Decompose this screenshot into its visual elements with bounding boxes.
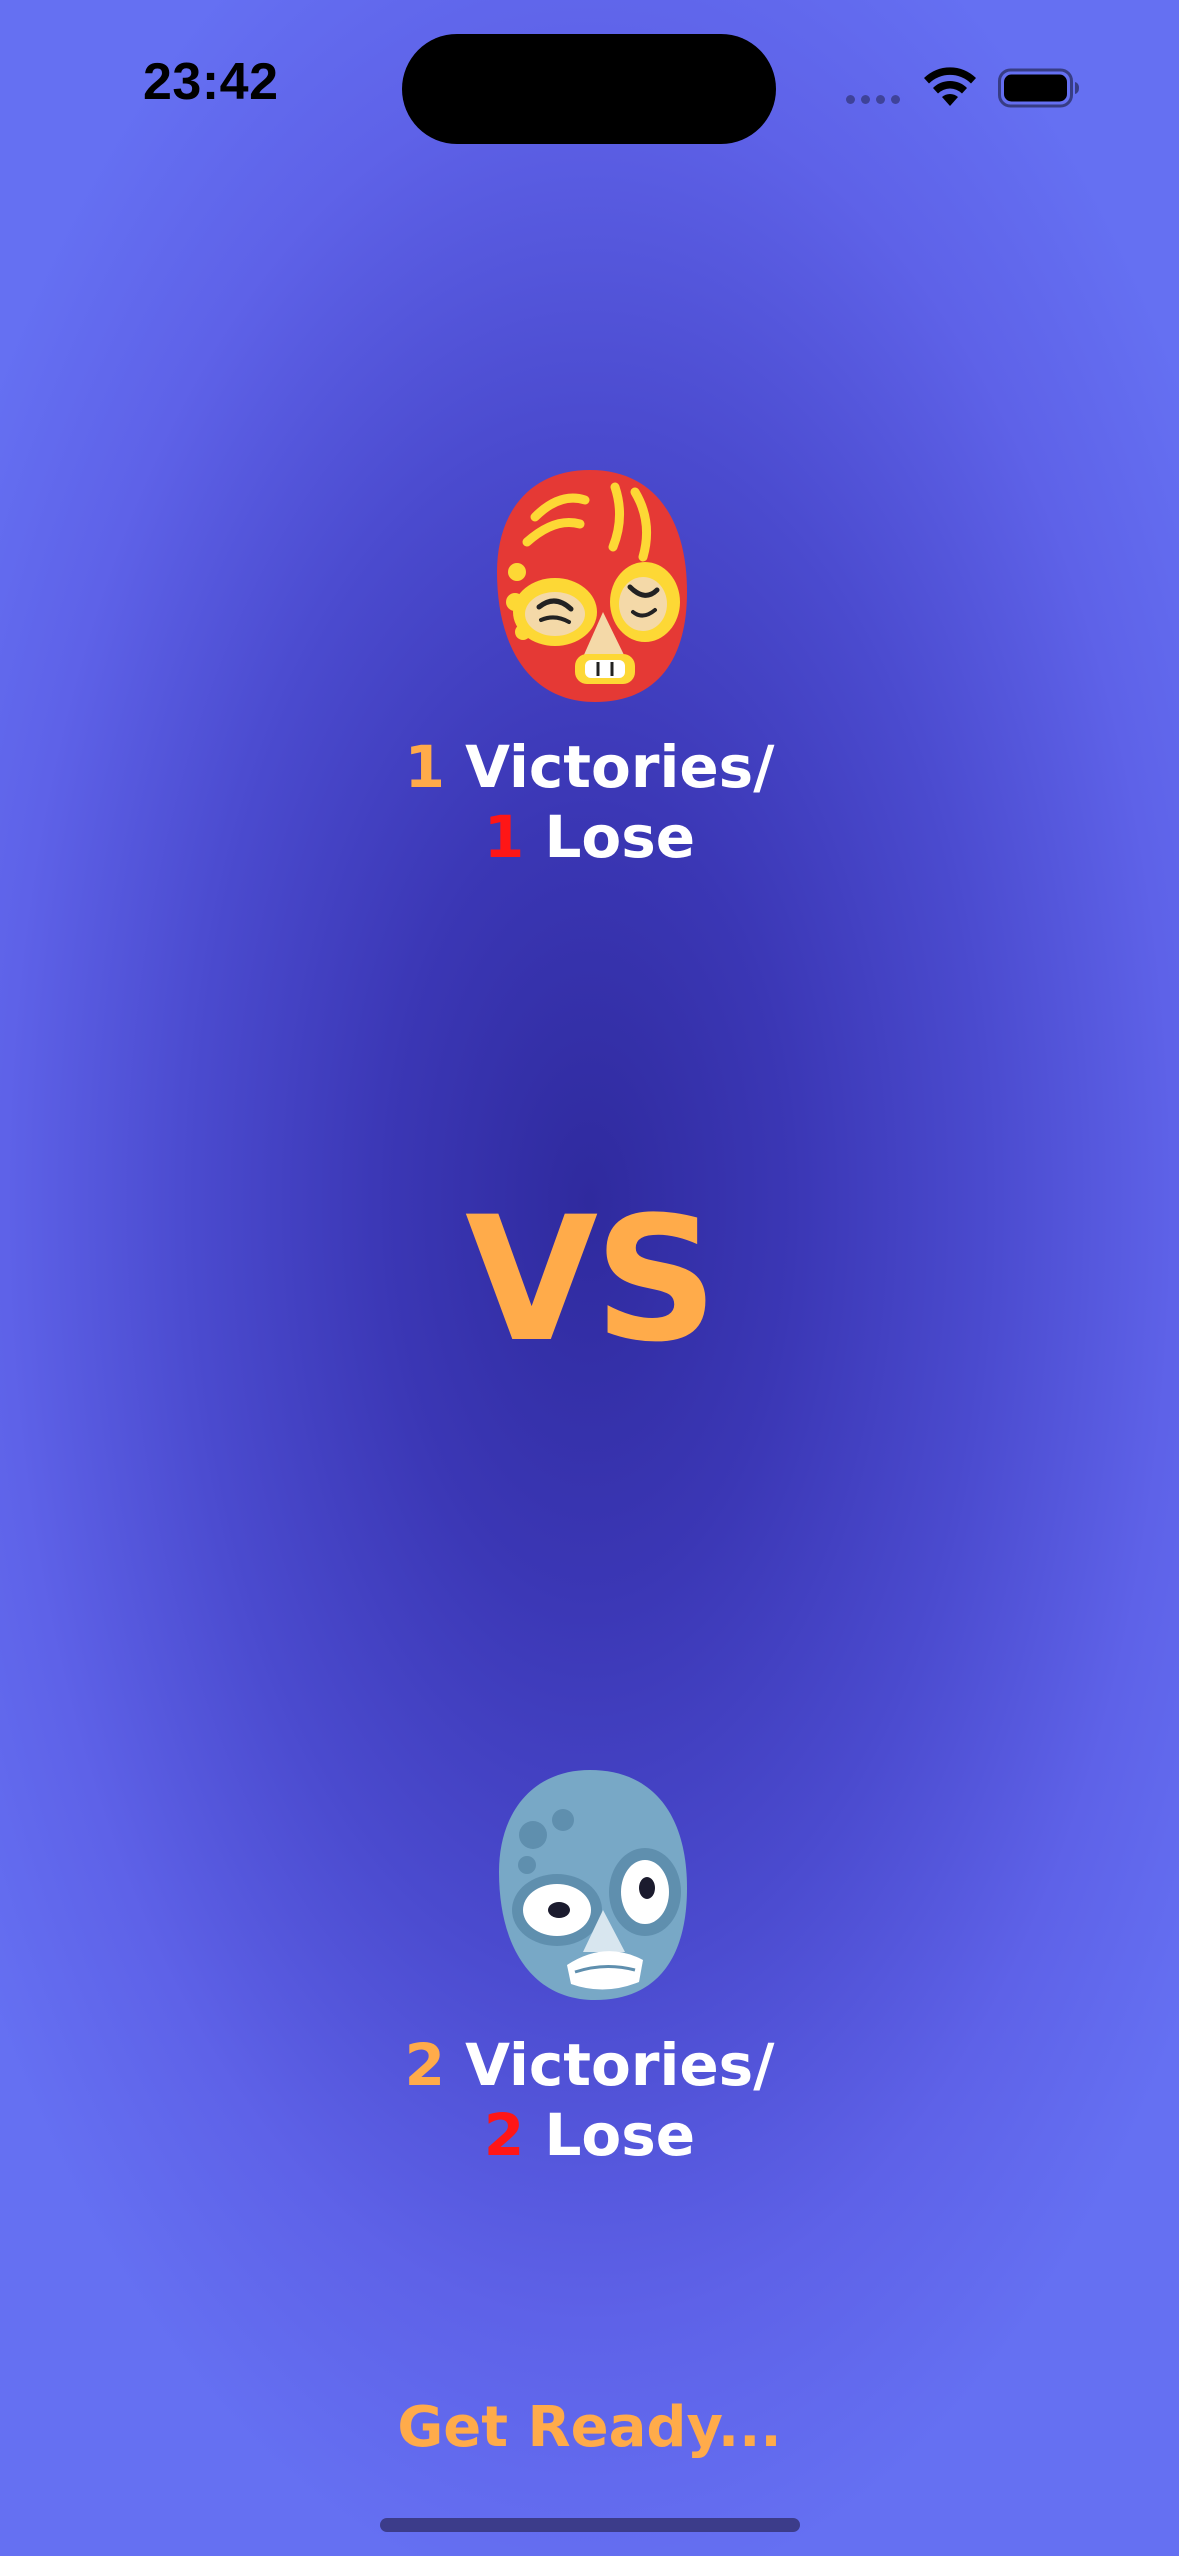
player-two-losses-label: Lose: [544, 2101, 696, 2169]
red-luchador-mask-icon: [496, 470, 687, 702]
wifi-icon: [924, 67, 976, 106]
player-two-wins-label: Victories/: [465, 2031, 775, 2099]
player-one-record: 1 Victories/ 1 Lose: [0, 732, 1179, 872]
vs-label: VS: [465, 1179, 718, 1380]
cellular-signal-icon: [846, 95, 900, 104]
player-two-wins: 2: [404, 2031, 445, 2099]
player-two-record: 2 Victories/ 2 Lose: [0, 2030, 1179, 2170]
player-one-losses: 1: [483, 803, 525, 871]
player-two-card: 2 Victories/ 2 Lose: [0, 1760, 1179, 2170]
player-one-card: 1 Victories/ 1 Lose: [0, 462, 1179, 872]
status-time: 23:42: [143, 53, 279, 111]
player-two-losses: 2: [483, 2101, 525, 2169]
blue-luchador-mask-icon: [498, 1770, 687, 2000]
battery-icon: [998, 68, 1079, 108]
get-ready-status: Get Ready...: [397, 2395, 782, 2460]
player-one-losses-label: Lose: [544, 803, 696, 871]
player-one-wins-label: Victories/: [465, 733, 775, 801]
player-one-wins: 1: [404, 733, 445, 801]
home-indicator[interactable]: [380, 2518, 800, 2532]
dynamic-island: [402, 34, 776, 144]
